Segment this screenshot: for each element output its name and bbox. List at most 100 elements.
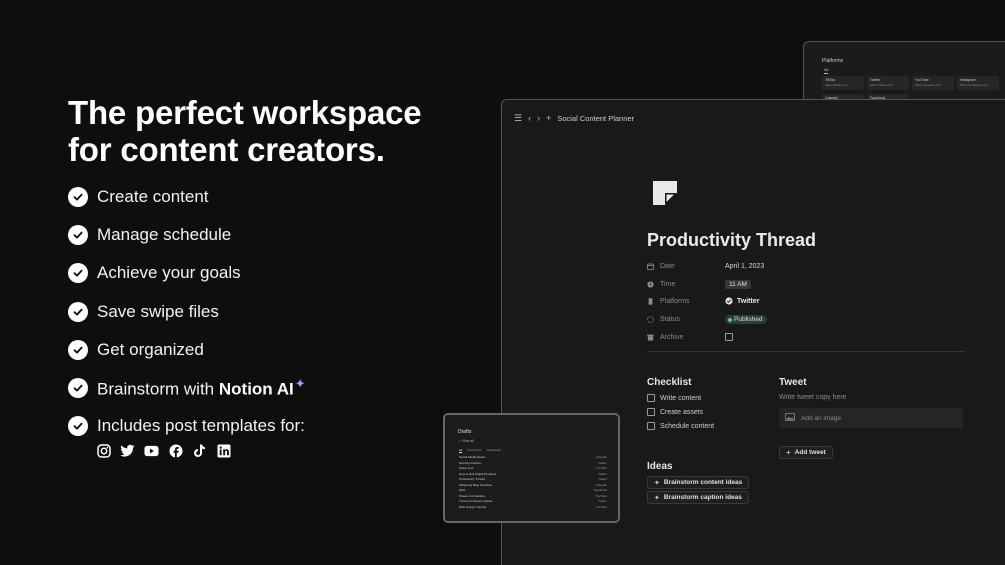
draft-name: Web Design Tutorial <box>459 504 486 509</box>
checklist-checkbox[interactable] <box>647 408 655 416</box>
platforms-value[interactable]: Twitter <box>737 298 759 305</box>
status-value: Published <box>734 316 763 324</box>
status-label: Status <box>660 316 680 324</box>
social-icons <box>96 443 231 458</box>
tiktok-icon <box>192 443 207 458</box>
drafts-search-label: View all <box>461 439 474 443</box>
feature-item: Manage schedule <box>68 224 306 246</box>
check-icon <box>68 339 88 360</box>
feature-item: Brainstorm with Notion AI✦ <box>68 376 306 400</box>
add-tweet-button[interactable]: + Add tweet <box>779 446 833 459</box>
clock-icon <box>647 281 654 288</box>
facebook-icon <box>168 443 183 458</box>
drafts-tab[interactable]: Social Icon <box>467 448 482 453</box>
breadcrumb[interactable]: Social Content Planner <box>557 114 634 123</box>
ideas-title: Ideas <box>647 461 673 472</box>
check-icon <box>68 263 88 284</box>
feature-text: Manage schedule <box>97 225 232 245</box>
checklist-item-label: Schedule content <box>660 422 715 430</box>
drafts-search[interactable]: ⌕ View all <box>459 439 474 443</box>
platforms-tab-all[interactable]: All <box>824 67 829 74</box>
status-dot <box>728 317 732 322</box>
draft-platform: YouTube <box>595 504 607 509</box>
headline-line-1: The perfect workspace <box>68 94 422 131</box>
time-value[interactable]: 11 AM <box>725 279 751 289</box>
checklist-checkbox[interactable] <box>647 422 655 430</box>
platform-card[interactable]: TikTok https://tiktok.com <box>822 76 864 90</box>
checklist-item: Schedule content <box>647 422 714 430</box>
drafts-title: Drafts <box>458 429 472 435</box>
properties: Date April 1, 2023 Time 11 AM Platforms … <box>647 258 965 346</box>
date-label: Date <box>660 263 675 271</box>
property-date[interactable]: Date April 1, 2023 <box>647 258 965 276</box>
platforms-title: Platforms <box>822 58 844 64</box>
drafts-tab[interactable]: Newsletter <box>487 448 501 453</box>
status-icon <box>647 316 654 323</box>
status-badge[interactable]: Published <box>725 315 767 325</box>
check-icon <box>68 416 88 437</box>
linkedin-icon <box>216 443 231 458</box>
feature-text-prefix: Brainstorm with <box>97 379 219 399</box>
checklist-item: Write content <box>647 394 701 402</box>
feature-text: Save swipe files <box>97 301 219 321</box>
platform-card-name: Twitter <box>870 78 881 82</box>
add-icon[interactable]: + <box>546 114 551 123</box>
archive-label: Archive <box>660 333 684 341</box>
property-label: Date <box>647 263 725 270</box>
headline-line-2: for content creators. <box>68 131 385 168</box>
date-value[interactable]: April 1, 2023 <box>725 263 764 270</box>
check-icon <box>68 301 88 322</box>
property-status[interactable]: Status Published <box>647 311 965 329</box>
back-icon[interactable]: ‹ <box>528 114 531 123</box>
image-icon <box>785 413 795 423</box>
forward-icon[interactable]: › <box>537 114 540 123</box>
feature-item: Includes post templates for: <box>68 415 306 437</box>
feature-text: Create content <box>97 187 209 206</box>
menu-icon[interactable]: ☰ <box>514 114 522 123</box>
table-row[interactable]: Web Design Tutorial YouTube <box>459 505 607 511</box>
drafts-tab[interactable]: All <box>459 448 463 453</box>
top-bar: ☰ ‹ › + Social Content Planner <box>514 114 634 124</box>
feature-text: Brainstorm with Notion AI✦ <box>97 376 306 400</box>
platform-card-name: TikTok <box>825 78 835 82</box>
feature-list: Create content Manage schedule Achieve y… <box>68 186 306 453</box>
brainstorm-content-button[interactable]: ✦ Brainstorm content ideas <box>647 476 750 489</box>
add-image-box[interactable]: Add an image <box>779 408 963 428</box>
property-label: Time <box>647 281 725 288</box>
platform-card[interactable]: YouTube https://youtube.com <box>912 76 954 90</box>
feature-item: Save swipe files <box>68 301 306 323</box>
checklist-item: Create assets <box>647 408 703 416</box>
page-title[interactable]: Productivity Thread <box>647 230 816 251</box>
archive-value-wrap <box>725 333 733 342</box>
tweet-title: Tweet <box>779 377 807 388</box>
checklist-item-label: Create assets <box>660 408 704 416</box>
property-archive[interactable]: Archive <box>647 328 965 346</box>
drafts-tabs: All Social Icon Newsletter <box>459 448 501 453</box>
platform-card-name: YouTube <box>915 78 929 82</box>
add-image-label: Add an image <box>801 414 842 422</box>
calendar-icon <box>647 263 654 271</box>
twitter-icon <box>120 443 135 458</box>
property-label: Platforms <box>647 298 725 305</box>
notion-ai-label: Notion AI <box>218 379 294 399</box>
check-badge-icon <box>725 297 733 307</box>
platform-card[interactable]: Twitter https://twitter.com <box>867 76 909 90</box>
youtube-icon <box>144 443 159 458</box>
instagram-icon <box>96 443 111 458</box>
checklist-title: Checklist <box>647 377 692 388</box>
brainstorm-caption-button[interactable]: ✦ Brainstorm caption ideas <box>647 491 749 504</box>
page-icon[interactable] <box>652 180 678 206</box>
platform-card-url: https://instagram.com <box>960 83 989 87</box>
add-tweet-label: Add tweet <box>794 449 826 456</box>
feature-item: Get organized <box>68 339 306 361</box>
property-time[interactable]: Time 11 AM <box>647 276 965 294</box>
sparkle-icon: ✦ <box>294 376 306 392</box>
property-platforms[interactable]: Platforms Twitter <box>647 293 965 311</box>
feature-text: Get organized <box>97 339 204 359</box>
platforms-label: Platforms <box>660 298 690 306</box>
archive-checkbox[interactable] <box>725 333 733 342</box>
tweet-input[interactable]: Write tweet copy here <box>779 394 847 401</box>
checklist-checkbox[interactable] <box>647 394 655 402</box>
time-label: Time <box>660 280 676 288</box>
platform-card[interactable]: Instagram https://instagram.com <box>957 76 999 90</box>
